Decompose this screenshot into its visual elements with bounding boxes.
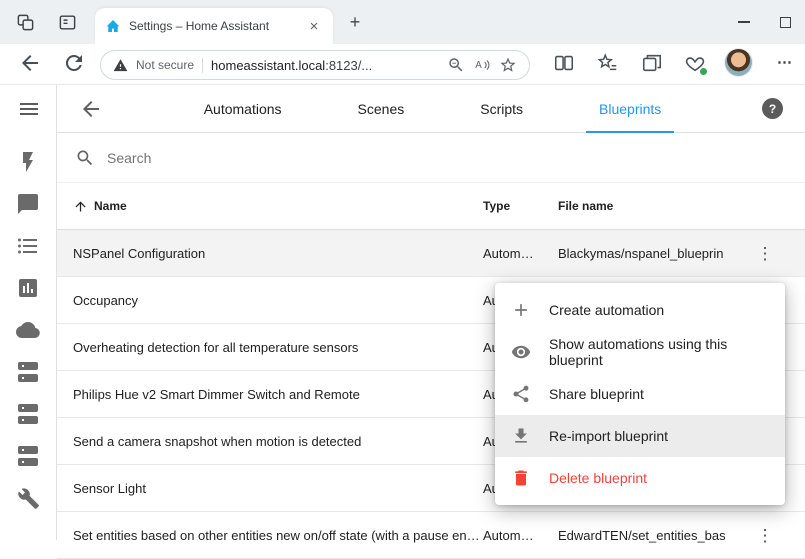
list-icon[interactable]: [16, 234, 40, 258]
sort-ascending-icon: [73, 199, 88, 214]
server-icon-2[interactable]: [16, 402, 40, 426]
column-name-label: Name: [94, 199, 127, 213]
search-icon: [75, 148, 95, 168]
tab-scenes[interactable]: Scenes: [345, 85, 418, 133]
read-aloud-icon[interactable]: A: [473, 56, 491, 74]
share-icon: [511, 384, 531, 404]
table-row[interactable]: NSPanel Configuration Autom… Blackymas/n…: [57, 230, 805, 277]
wrench-icon[interactable]: [16, 486, 40, 510]
not-secure-warning-icon: [113, 58, 128, 73]
tab-scripts[interactable]: Scripts: [467, 85, 536, 133]
svg-text:A: A: [475, 60, 482, 71]
window-controls: [738, 0, 791, 44]
tab-blueprints[interactable]: Blueprints: [586, 85, 674, 133]
omnibox-divider: [202, 58, 203, 73]
zoom-out-icon[interactable]: [447, 56, 465, 74]
cell-file: EdwardTEN/set_entities_bas…: [558, 528, 725, 543]
cell-name: Set entities based on other entities new…: [57, 528, 483, 543]
table-row[interactable]: Set entities based on other entities new…: [57, 512, 805, 559]
blueprint-context-menu: Create automation Show automations using…: [495, 283, 785, 505]
notification-badge: [699, 67, 708, 76]
workspaces-icon[interactable]: [14, 11, 36, 33]
browser-titlebar: Settings – Home Assistant × +: [0, 0, 805, 44]
chat-icon[interactable]: [16, 192, 40, 216]
home-assistant-favicon: [105, 18, 121, 34]
column-name[interactable]: Name: [57, 199, 483, 214]
browser-back-button[interactable]: [18, 51, 42, 75]
cell-name: Occupancy: [57, 293, 483, 308]
browser-menu-icon[interactable]: ⋯: [772, 50, 798, 76]
eye-icon: [511, 342, 531, 362]
favorite-star-icon[interactable]: [499, 56, 517, 74]
url-text[interactable]: homeassistant.local:8123/...: [211, 58, 372, 73]
cloud-icon[interactable]: [16, 318, 40, 342]
menu-item-label: Re-import blueprint: [549, 428, 668, 444]
favorites-icon[interactable]: [597, 52, 619, 74]
menu-item-label: Create automation: [549, 302, 664, 318]
address-bar[interactable]: Not secure homeassistant.local:8123/... …: [100, 50, 530, 80]
menu-item-show-automations[interactable]: Show automations using this blueprint: [495, 331, 785, 373]
collections-icon[interactable]: [641, 52, 663, 74]
maximize-button[interactable]: [780, 17, 791, 28]
tab-actions-icon[interactable]: [56, 11, 78, 33]
cell-name: Send a camera snapshot when motion is de…: [57, 434, 483, 449]
trash-icon: [511, 468, 531, 488]
table-header: Name Type File name: [57, 183, 805, 230]
profile-avatar[interactable]: [725, 49, 752, 76]
minimize-button[interactable]: [738, 21, 750, 23]
sidebar: [0, 85, 57, 540]
sidebar-menu-icon[interactable]: [17, 97, 41, 121]
cell-type: Autom…: [483, 528, 558, 543]
column-type[interactable]: Type: [483, 199, 558, 213]
download-icon: [511, 426, 531, 446]
security-label[interactable]: Not secure: [136, 58, 194, 72]
column-file-name[interactable]: File name: [558, 199, 725, 213]
menu-item-label: Show automations using this blueprint: [549, 336, 769, 368]
tab-title: Settings – Home Assistant: [129, 19, 297, 33]
menu-item-label: Share blueprint: [549, 386, 644, 402]
menu-item-delete-blueprint[interactable]: Delete blueprint: [495, 457, 785, 499]
server-icon-3[interactable]: [16, 444, 40, 468]
tab-automations[interactable]: Automations: [191, 85, 295, 133]
menu-item-create-automation[interactable]: Create automation: [495, 289, 785, 331]
cell-file: Blackymas/nspanel_blueprin…: [558, 246, 725, 261]
app-header: Automations Scenes Scripts Blueprints ?: [57, 85, 805, 133]
server-icon-1[interactable]: [16, 360, 40, 384]
row-overflow-menu-icon[interactable]: ⋮: [757, 245, 774, 262]
bar-chart-icon[interactable]: [16, 276, 40, 300]
cell-name: Sensor Light: [57, 481, 483, 496]
menu-item-reimport-blueprint[interactable]: Re-import blueprint: [495, 415, 785, 457]
search-input[interactable]: [107, 150, 427, 166]
app-back-icon[interactable]: [79, 97, 103, 121]
cell-name: NSPanel Configuration: [57, 246, 483, 261]
menu-item-label: Delete blueprint: [549, 470, 647, 486]
url-host: homeassistant.local: [211, 58, 325, 73]
url-suffix: :8123/...: [325, 58, 372, 73]
lightning-bolt-icon[interactable]: [16, 150, 40, 174]
tab-close-icon[interactable]: ×: [305, 18, 323, 35]
blueprint-tabs: Automations Scenes Scripts Blueprints: [103, 85, 762, 133]
browser-essentials-icon[interactable]: [684, 52, 706, 74]
search-row: [57, 133, 805, 183]
new-tab-button[interactable]: +: [344, 11, 366, 33]
split-screen-icon[interactable]: [553, 52, 575, 74]
help-icon[interactable]: ?: [762, 98, 783, 119]
cell-name: Overheating detection for all temperatur…: [57, 340, 483, 355]
menu-item-share-blueprint[interactable]: Share blueprint: [495, 373, 785, 415]
row-overflow-menu-icon[interactable]: ⋮: [757, 527, 774, 544]
browser-refresh-button[interactable]: [62, 51, 86, 75]
cell-type: Autom…: [483, 246, 558, 261]
browser-tab[interactable]: Settings – Home Assistant ×: [95, 8, 333, 44]
plus-icon: [511, 300, 531, 320]
cell-name: Philips Hue v2 Smart Dimmer Switch and R…: [57, 387, 483, 402]
